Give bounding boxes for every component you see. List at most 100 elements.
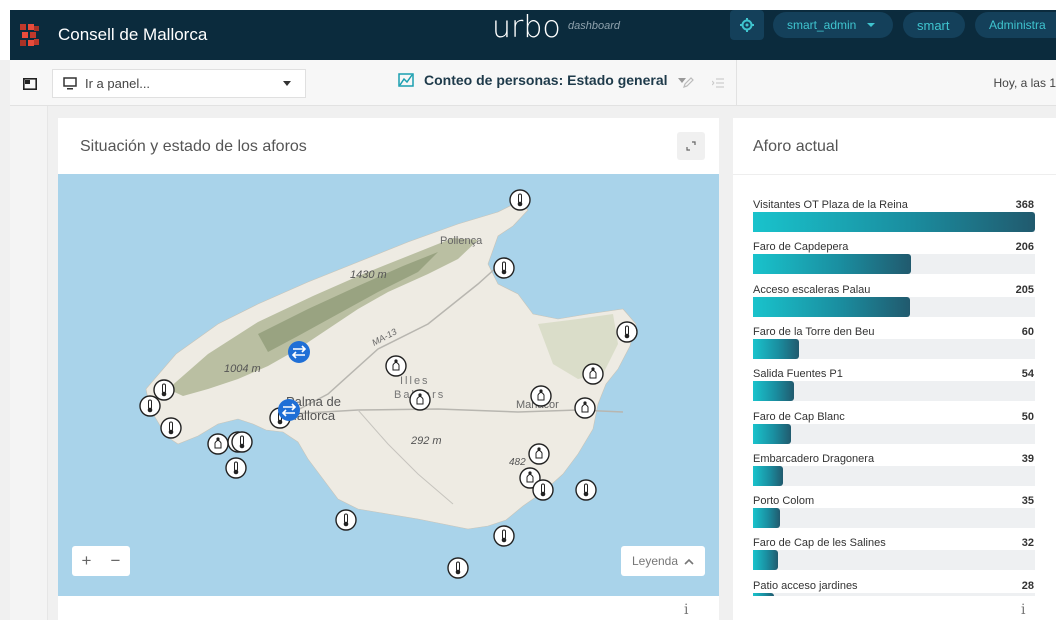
thermometer-sensor-icon[interactable]	[447, 557, 469, 579]
occupancy-row-value: 54	[1021, 368, 1034, 381]
toolbar-divider	[736, 60, 737, 106]
occupancy-bar-track	[753, 508, 1035, 529]
expand-button[interactable]	[677, 132, 705, 160]
gear-icon	[740, 18, 754, 32]
map-canvas[interactable]: Pollença 1430 m 1004 m MA-13 Palma de Ma…	[58, 174, 719, 596]
label-peak-482: 482	[509, 457, 526, 468]
sidebar-toggle-button[interactable]	[16, 72, 44, 96]
monitor-icon	[63, 77, 77, 90]
transfer-arrows-icon[interactable]	[278, 399, 300, 421]
occupancy-row-label: Embarcadero Dragonera	[753, 452, 875, 465]
admin-button[interactable]: Administra	[975, 12, 1056, 38]
admin-label: Administra	[989, 18, 1046, 32]
time-range-text[interactable]: Hoy, a las 1	[994, 76, 1056, 90]
people-counter-icon[interactable]	[385, 355, 407, 377]
label-pollenca: Pollença	[440, 235, 483, 247]
thermometer-sensor-icon[interactable]	[153, 379, 175, 401]
occupancy-bar	[753, 465, 783, 486]
occupancy-bar-track	[753, 550, 1035, 571]
organization-title: Consell de Mallorca	[58, 25, 208, 44]
occupancy-bar-track	[753, 465, 1035, 486]
occupancy-bar-track	[753, 296, 1035, 317]
toolbar: Ir a panel... Conteo de personas: Estado…	[10, 60, 1056, 106]
thermometer-sensor-icon[interactable]	[225, 457, 247, 479]
occupancy-row: Faro de Cap Blanc 50	[733, 411, 1056, 453]
occupancy-row: Faro de Capdepera 206	[733, 241, 1056, 283]
occupancy-bar	[753, 338, 799, 359]
settings-button[interactable]	[730, 10, 764, 40]
people-counter-icon[interactable]	[530, 385, 552, 407]
people-counter-icon[interactable]	[582, 363, 604, 385]
thermometer-sensor-icon[interactable]	[335, 509, 357, 531]
edit-button[interactable]	[676, 72, 700, 94]
occupancy-row: Faro de Cap de les Salines 32	[733, 537, 1056, 579]
people-counter-icon[interactable]	[574, 397, 596, 419]
chevron-down-icon	[283, 81, 291, 86]
transfer-arrows-icon[interactable]	[288, 341, 310, 363]
occupancy-row-value: 50	[1021, 410, 1034, 423]
dashboard-title: Conteo de personas: Estado general	[424, 72, 668, 88]
occupancy-bar	[753, 550, 778, 571]
list-icon	[712, 78, 724, 88]
thermometer-sensor-icon[interactable]	[160, 417, 182, 439]
left-gutter	[10, 106, 48, 620]
top-bar: Consell de Mallorca urbo dashboard smart…	[0, 0, 1056, 60]
thermometer-sensor-icon[interactable]	[493, 525, 515, 547]
people-counter-icon[interactable]	[207, 433, 229, 455]
map-widget: Situación y estado de los aforos Pollenç…	[58, 118, 719, 620]
occupancy-bar-track	[753, 423, 1035, 444]
panel-select[interactable]: Ir a panel...	[52, 69, 306, 98]
occupancy-row-label: Porto Colom	[753, 495, 815, 508]
occupancy-row: Embarcadero Dragonera 39	[733, 453, 1056, 495]
occupancy-bar-track	[753, 254, 1035, 275]
thermometer-sensor-icon[interactable]	[575, 479, 597, 501]
occupancy-info-icon[interactable]: i	[1021, 602, 1025, 618]
occupancy-row: Salida Fuentes P1 54	[733, 368, 1056, 410]
occupancy-bar-track	[753, 381, 1035, 402]
occupancy-row-label: Faro de Cap Blanc	[753, 410, 845, 423]
occupancy-bar	[753, 212, 1035, 232]
legend-button[interactable]: Leyenda	[621, 546, 705, 576]
people-counter-icon[interactable]	[409, 389, 431, 411]
label-peak-1004: 1004 m	[224, 363, 261, 375]
panel-select-label: Ir a panel...	[85, 76, 151, 91]
occupancy-row-label: Acceso escaleras Palau	[753, 283, 871, 296]
label-illes-1: Illes	[400, 375, 430, 387]
dashboard-selector[interactable]: Conteo de personas: Estado general	[398, 72, 686, 88]
occupancy-row: Acceso escaleras Palau 205	[733, 284, 1056, 326]
thermometer-sensor-icon[interactable]	[616, 321, 638, 343]
occupancy-bar	[753, 423, 792, 444]
thermometer-sensor-icon[interactable]	[493, 257, 515, 279]
occupancy-widget-title: Aforo actual	[753, 138, 839, 155]
people-counter-icon[interactable]	[528, 443, 550, 465]
legend-label: Leyenda	[631, 554, 679, 568]
occupancy-row: Faro de la Torre den Beu 60	[733, 326, 1056, 368]
occupancy-bar-list: Visitantes OT Plaza de la Reina 368 Faro d…	[733, 174, 1056, 596]
occupancy-widget: Aforo actual Visitantes OT Plaza de la R…	[733, 118, 1056, 620]
island-map: Pollença 1430 m 1004 m MA-13 Palma de Ma…	[139, 189, 638, 579]
occupancy-bar	[753, 381, 795, 402]
zoom-controls: + −	[72, 546, 130, 576]
thermometer-sensor-icon[interactable]	[231, 431, 253, 453]
thermometer-sensor-icon[interactable]	[509, 189, 531, 211]
user-menu-button[interactable]: smart_admin	[773, 12, 893, 38]
occupancy-row-label: Salida Fuentes P1	[753, 368, 843, 381]
thermometer-sensor-icon[interactable]	[139, 395, 161, 417]
occupancy-row-value: 206	[1015, 241, 1034, 254]
zoom-out-button[interactable]: −	[101, 546, 130, 576]
label-peak-292: 292 m	[410, 435, 442, 447]
consell-logo-icon[interactable]	[10, 10, 50, 60]
brand-logo: urbo	[492, 10, 561, 45]
brand-subtitle: dashboard	[568, 20, 620, 32]
tenant-label: smart	[917, 17, 950, 33]
occupancy-bar-track	[753, 212, 1035, 232]
tenant-button[interactable]: smart	[903, 12, 965, 38]
map-widget-title: Situación y estado de los aforos	[80, 138, 307, 155]
user-name: smart_admin	[787, 18, 857, 32]
map-info-icon[interactable]: i	[684, 602, 688, 618]
zoom-in-button[interactable]: +	[72, 546, 101, 576]
list-button[interactable]	[706, 72, 730, 94]
occupancy-row-label: Visitantes OT Plaza de la Reina	[753, 199, 908, 211]
thermometer-sensor-icon[interactable]	[532, 479, 554, 501]
sidebar-toggle-icon	[23, 78, 37, 90]
